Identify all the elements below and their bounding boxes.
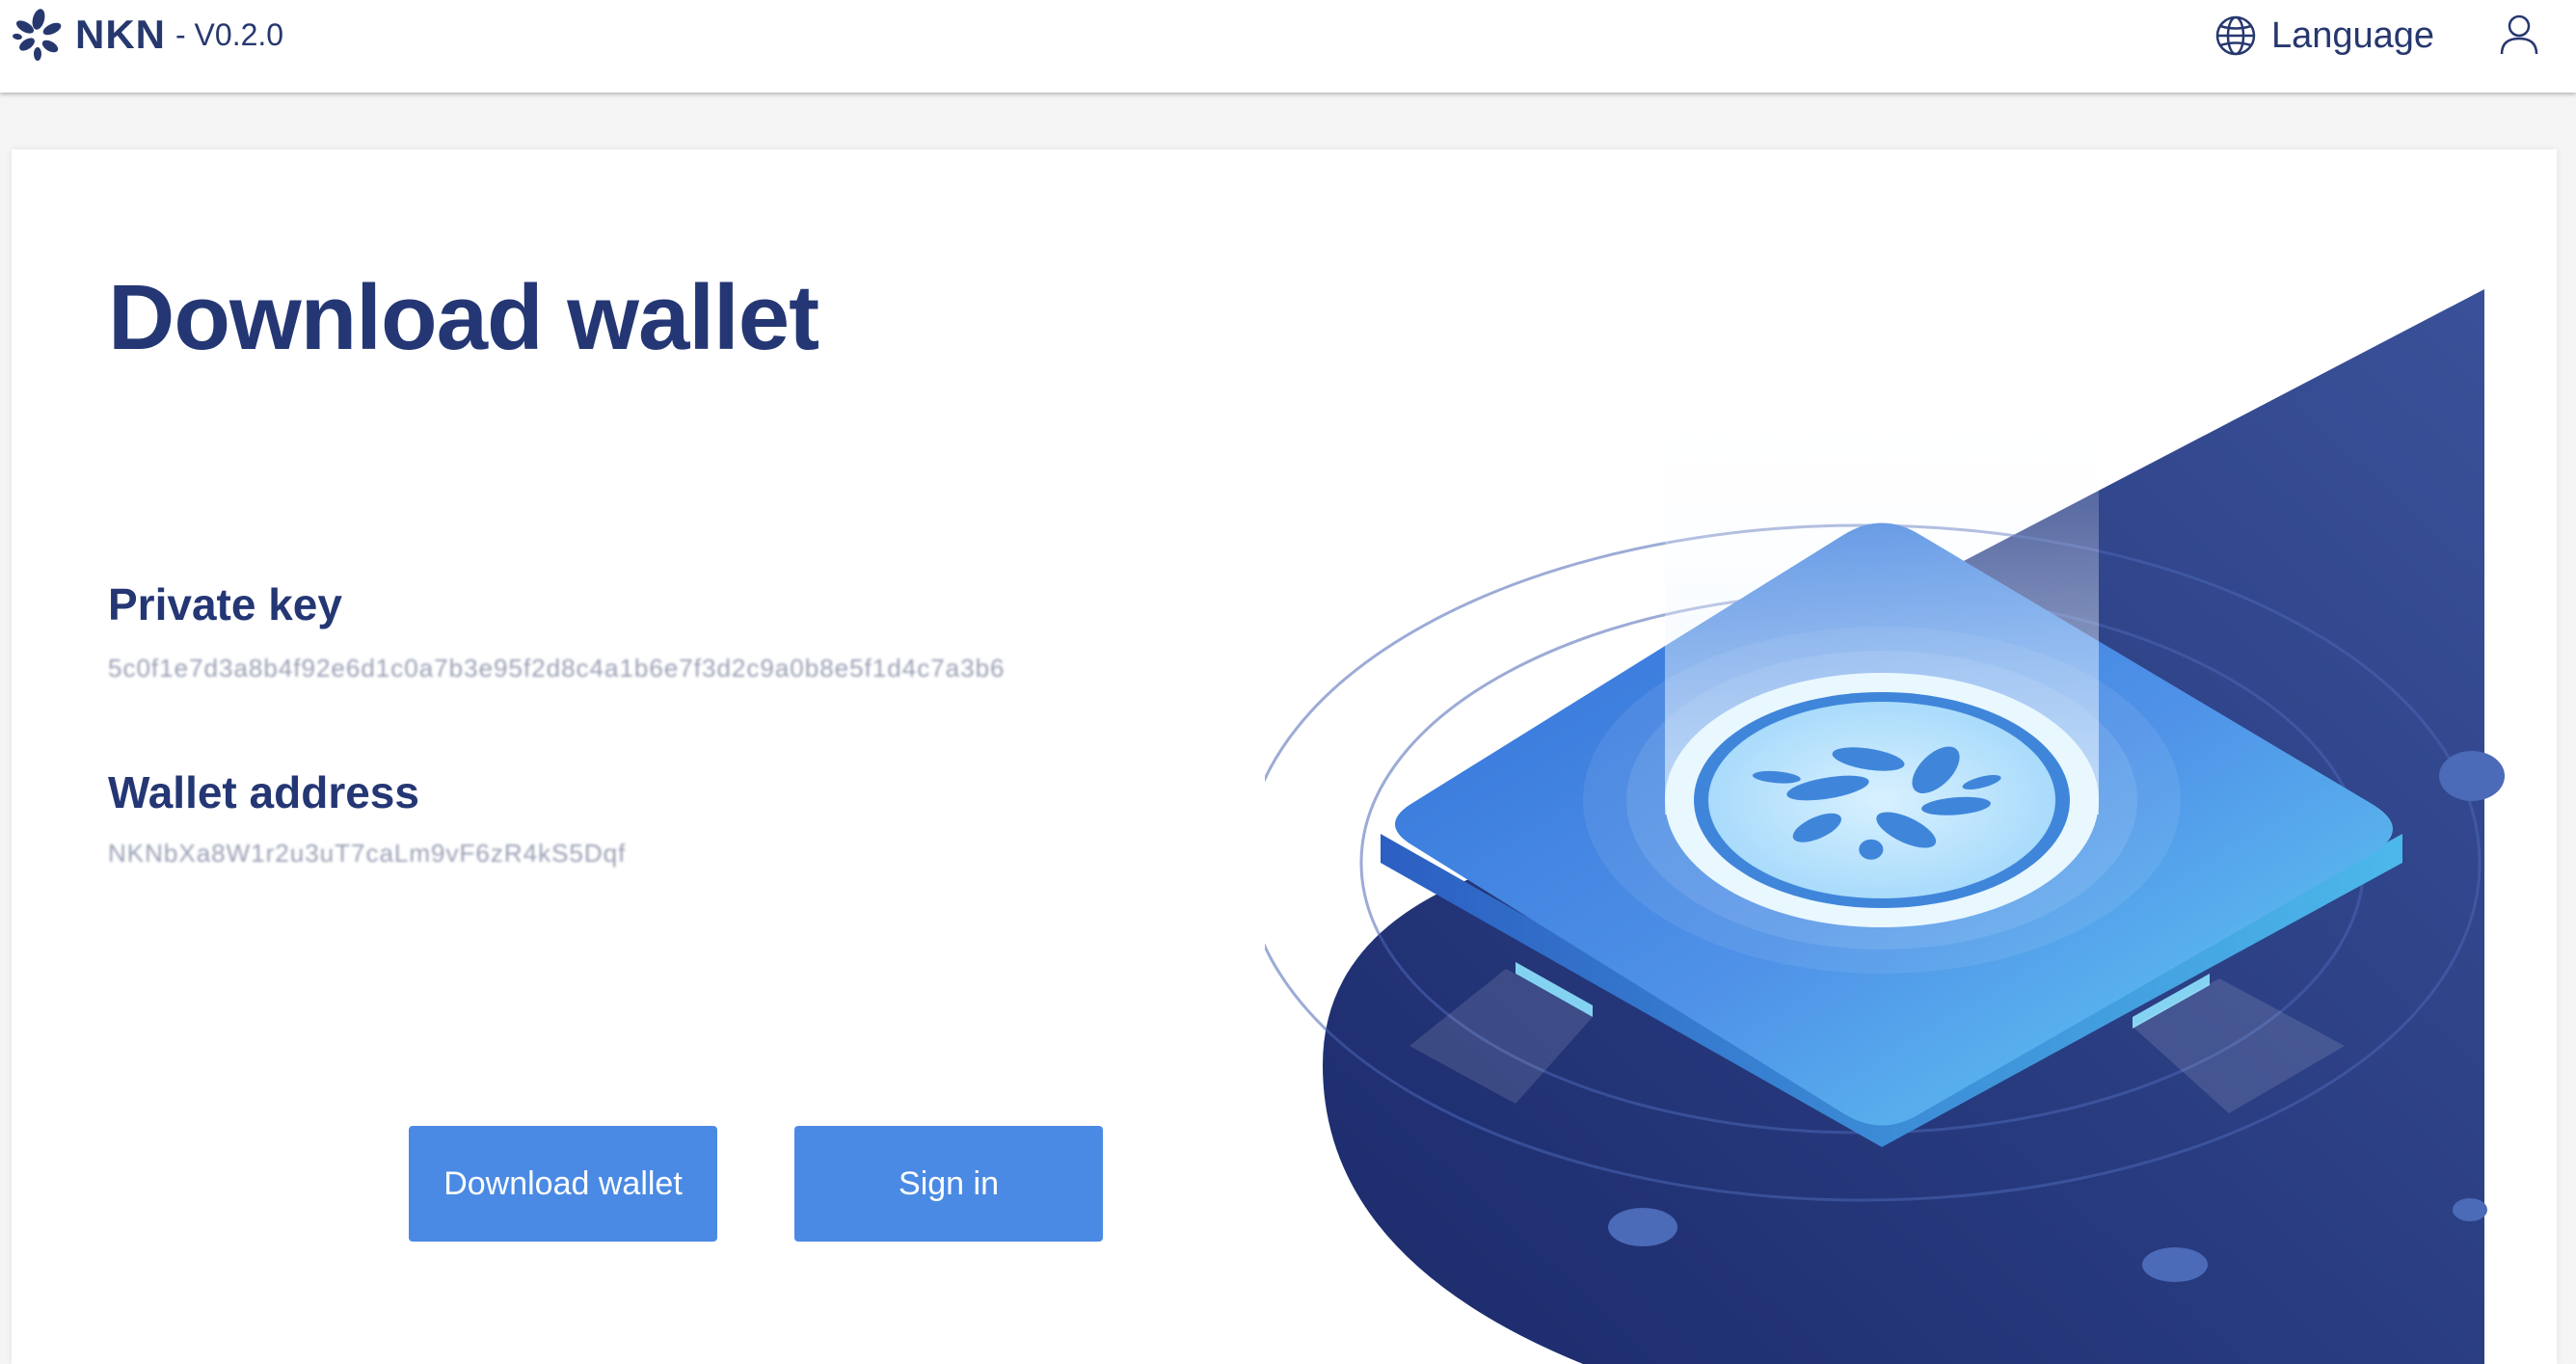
brand-name: NKN xyxy=(75,12,166,57)
sign-in-button[interactable]: Sign in xyxy=(794,1126,1103,1242)
private-key-label: Private key xyxy=(108,579,342,629)
nkn-logo-icon xyxy=(13,9,62,61)
app-version: - V0.2.0 xyxy=(175,16,284,52)
language-label: Language xyxy=(2271,14,2435,56)
globe-icon xyxy=(2215,15,2256,56)
wallet-address-label: Wallet address xyxy=(108,767,419,817)
download-wallet-card: Download wallet Private key 5c0f1e7d3a8b… xyxy=(12,149,2557,1364)
private-key-value[interactable]: 5c0f1e7d3a8b4f92e6d1c0a7b3e95f2d8c4a1b6e… xyxy=(108,654,1006,683)
wallet-address-value[interactable]: NKNbXa8W1r2u3uT7caLm9vF6zR4kS5Dqf xyxy=(108,839,626,869)
page-title: Download wallet xyxy=(108,266,819,369)
language-selector[interactable]: Language xyxy=(2214,12,2434,60)
brand[interactable]: NKN - V0.2.0 xyxy=(10,4,283,66)
top-navbar: NKN - V0.2.0 Language xyxy=(0,0,2576,93)
wallet-illustration xyxy=(1265,289,2505,1364)
download-wallet-button[interactable]: Download wallet xyxy=(409,1126,717,1242)
user-icon[interactable] xyxy=(2497,12,2541,56)
